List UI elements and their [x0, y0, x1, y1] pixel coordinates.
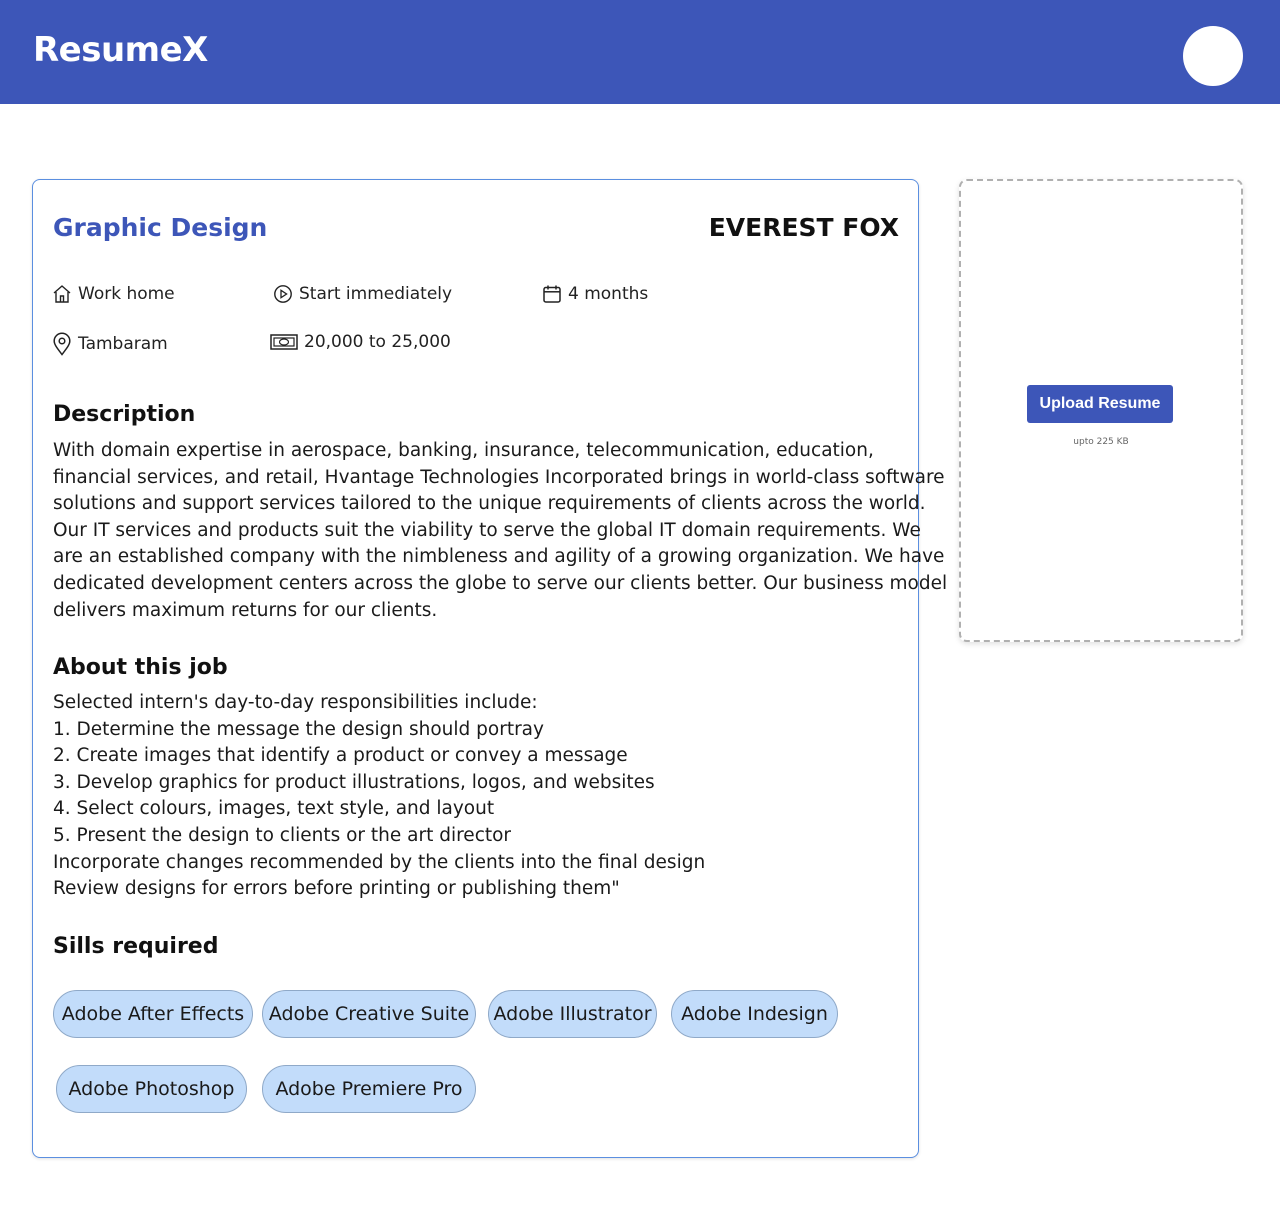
about-text: Selected intern's day-to-day responsibil…	[53, 690, 903, 903]
company-name: EVEREST FOX	[708, 213, 899, 242]
job-title: Graphic Design	[53, 213, 268, 242]
description-text: With domain expertise in aerospace, bank…	[53, 438, 948, 624]
about-line: 3. Develop graphics for product illustra…	[53, 771, 655, 793]
skills-heading: Sills required	[53, 934, 219, 959]
meta-duration: 4 months	[542, 284, 648, 304]
about-line: Incorporate changes recommended by the c…	[53, 851, 706, 873]
skill-chip[interactable]: Adobe Indesign	[671, 990, 838, 1038]
play-circle-icon	[274, 285, 292, 303]
description-line: solutions and support services tailored …	[53, 493, 926, 515]
about-line: 5. Present the design to clients or the …	[53, 824, 512, 846]
work-type-label: Work home	[78, 284, 175, 304]
job-details-card: Graphic Design EVEREST FOX Work home Sta…	[32, 179, 948, 1158]
description-line: dedicated development centers across the…	[53, 572, 948, 594]
avatar[interactable]	[1183, 26, 1243, 86]
about-line: 2. Create images that identify a product…	[53, 745, 628, 767]
cash-icon	[270, 334, 298, 350]
upload-size-note: upto 225 KB	[1073, 437, 1129, 447]
description-heading: Description	[53, 402, 196, 427]
upload-resume-button[interactable]: Upload Resume	[1027, 385, 1173, 423]
description-line: Our IT services and products suit the vi…	[53, 519, 921, 541]
skill-chip[interactable]: Adobe Photoshop	[56, 1065, 247, 1113]
stipend-label: 20,000 to 25,000	[304, 332, 451, 352]
description-line: With domain expertise in aerospace, bank…	[53, 440, 874, 461]
location-label: Tambaram	[78, 334, 168, 354]
about-line: 1. Determine the message the design shou…	[53, 718, 544, 740]
meta-start: Start immediately	[273, 284, 452, 304]
location-pin-icon	[53, 332, 71, 356]
meta-location: Tambaram	[52, 332, 168, 356]
skill-chip[interactable]: Adobe Illustrator	[488, 990, 657, 1038]
meta-work-type: Work home	[52, 284, 175, 304]
description-line: financial services, and retail, Hvantage…	[53, 466, 945, 488]
start-label: Start immediately	[299, 284, 453, 304]
skill-chip[interactable]: Adobe After Effects	[53, 990, 253, 1038]
skill-chip[interactable]: Adobe Creative Suite	[262, 990, 476, 1038]
skill-chip[interactable]: Adobe Premiere Pro	[262, 1065, 476, 1113]
description-line: are an established company with the nimb…	[53, 546, 945, 568]
meta-stipend: 20,000 to 25,000	[270, 332, 451, 352]
home-icon	[53, 285, 71, 303]
description-line: delivers maximum returns for our clients…	[53, 599, 438, 621]
calendar-icon	[543, 285, 561, 303]
about-line: Review designs for errors before printin…	[53, 878, 620, 900]
duration-label: 4 months	[568, 284, 649, 304]
upload-dropzone[interactable]: Upload Resume upto 225 KB	[959, 179, 1243, 642]
top-app-bar: ResumeX	[0, 0, 1280, 104]
about-heading: About this job	[53, 655, 228, 680]
about-line: Selected intern's day-to-day responsibil…	[53, 692, 538, 713]
app-logo-text[interactable]: ResumeX	[33, 30, 208, 70]
about-line: 4. Select colours, images, text style, a…	[53, 798, 495, 820]
